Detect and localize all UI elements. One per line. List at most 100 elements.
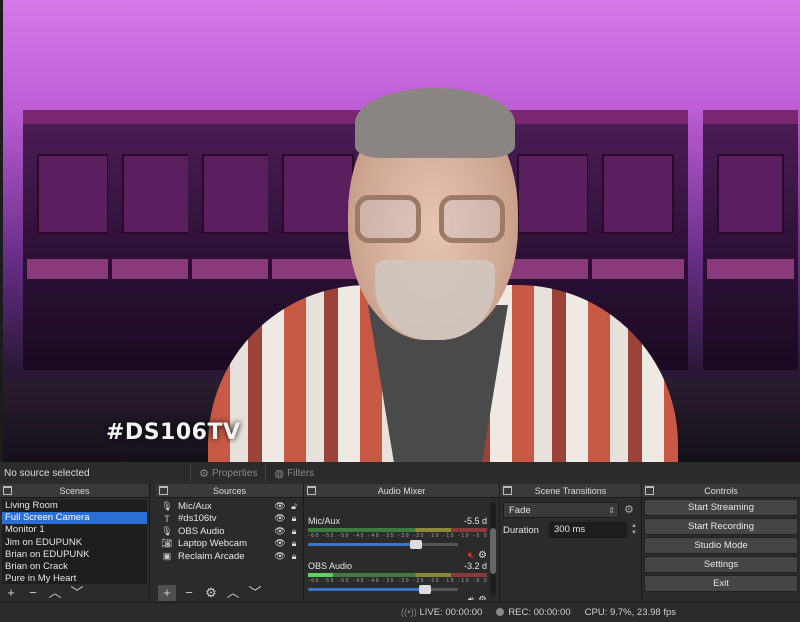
scene-item[interactable]: Brian on Crack: [2, 561, 147, 573]
meter-ticks: -60 -55 -50 -45 -40 -35 -30 -25 -20 -15 …: [308, 578, 489, 584]
scenes-toolbar: + − ︿ ﹀: [0, 584, 149, 602]
float-dock-icon[interactable]: [503, 486, 512, 495]
sources-list[interactable]: 🎙︎ Mic/Aux 👁︎ 🔓︎ T #ds106tv 👁︎ 🔒︎ 🎙︎ OBS…: [158, 500, 301, 584]
float-dock-icon[interactable]: [307, 486, 316, 495]
text-icon: T: [164, 513, 170, 524]
float-dock-icon[interactable]: [159, 486, 168, 495]
scene-item[interactable]: Living Room: [2, 500, 147, 512]
image-icon: ▣: [162, 550, 172, 561]
source-item[interactable]: 🎙︎ Mic/Aux 👁︎ 🔓︎: [158, 500, 301, 513]
broadcast-icon: ((•)): [400, 607, 420, 618]
source-name: Laptop Webcam: [178, 538, 248, 550]
source-status-row: No source selected ⚙ Properties ◍ Filter…: [0, 462, 800, 484]
mixer-channels[interactable]: Mic/Aux -5.5 d -60 -55 -50 -45 -40 -35 -…: [306, 500, 497, 600]
speaker-muted-icon[interactable]: 🔇︎: [468, 550, 474, 561]
start-recording-button[interactable]: Start Recording: [644, 518, 798, 535]
scene-item-selected[interactable]: Full Screen Camera: [2, 512, 147, 525]
volume-meter: [308, 528, 487, 532]
status-bar: ((•)) LIVE: 00:00:00 REC: 00:00:00 CPU: …: [0, 602, 800, 622]
camera-icon: 📷︎: [161, 538, 173, 549]
eye-icon[interactable]: 👁︎: [273, 501, 287, 512]
eye-icon[interactable]: 👁︎: [273, 526, 287, 537]
remove-source-icon[interactable]: −: [180, 585, 198, 601]
gear-icon[interactable]: ⚙: [624, 503, 634, 516]
move-up-icon[interactable]: ︿: [46, 585, 64, 601]
scenes-title: Scenes: [59, 485, 90, 496]
scene-item[interactable]: Jim on EDUPUNK: [2, 537, 147, 549]
cpu-status: CPU: 9.7%, 23.98 fps: [584, 607, 676, 618]
source-item[interactable]: 🎙︎ OBS Audio 👁︎ 🔒︎: [158, 525, 301, 538]
move-down-icon[interactable]: ﹀: [68, 585, 86, 601]
lock-icon[interactable]: 🔒︎: [287, 538, 301, 549]
controls-title: Controls: [704, 485, 738, 496]
lock-icon[interactable]: 🔓︎: [287, 501, 301, 512]
source-name: OBS Audio: [178, 525, 225, 537]
properties-button[interactable]: ⚙ Properties: [190, 464, 265, 482]
lock-icon[interactable]: 🔒︎: [287, 526, 301, 537]
source-item[interactable]: ▣ Reclaim Arcade 👁︎ 🔒︎: [158, 550, 301, 563]
channel-level: -5.5 d: [463, 516, 487, 526]
add-scene-icon[interactable]: +: [2, 585, 20, 601]
gear-icon: ⚙: [199, 467, 209, 480]
scene-transitions-title: Scene Transitions: [534, 485, 607, 496]
scene-item[interactable]: Pure in My Heart: [2, 573, 147, 584]
mixer-channel: Mic/Aux -5.5 d -60 -55 -50 -45 -40 -35 -…: [308, 516, 489, 561]
live-time: LIVE: 00:00:00: [419, 607, 483, 618]
exit-button[interactable]: Exit: [644, 575, 798, 592]
sources-dock-header: Sources: [156, 484, 303, 498]
scene-item[interactable]: Brian on EDUPUNK: [2, 549, 147, 561]
volume-slider-handle[interactable]: [419, 585, 431, 594]
source-item[interactable]: 📷︎ Laptop Webcam 👁︎ 🔒︎: [158, 538, 301, 551]
meter-ticks: -60 -55 -50 -45 -40 -35 -30 -25 -20 -15 …: [308, 533, 489, 539]
volume-slider-handle[interactable]: [410, 540, 422, 549]
scene-transitions-dock-header: Scene Transitions: [500, 484, 641, 498]
volume-slider[interactable]: [308, 585, 458, 594]
source-settings-icon[interactable]: ⚙: [202, 585, 220, 601]
volume-slider[interactable]: [308, 540, 458, 549]
gear-icon[interactable]: ⚙: [478, 595, 487, 600]
start-streaming-button[interactable]: Start Streaming: [644, 499, 798, 516]
spinner-icon[interactable]: ▲ ▼: [631, 523, 637, 537]
remove-scene-icon[interactable]: −: [24, 585, 42, 601]
mic-icon: 🎙︎: [161, 500, 173, 511]
live-status: ((•)) LIVE: 00:00:00: [401, 607, 482, 618]
move-up-icon[interactable]: ︿: [224, 585, 242, 601]
studio-mode-button[interactable]: Studio Mode: [644, 537, 798, 554]
source-name: Reclaim Arcade: [178, 550, 245, 562]
scrollbar-thumb[interactable]: [490, 528, 496, 574]
gear-icon[interactable]: ⚙: [478, 550, 487, 561]
filters-button[interactable]: ◍ Filters: [265, 464, 322, 482]
duration-label: Duration: [503, 524, 539, 536]
sources-title: Sources: [212, 485, 247, 496]
mixer-channel: OBS Audio -3.2 d -60 -55 -50 -45 -40 -35…: [308, 561, 487, 600]
mixer-scrollbar[interactable]: [490, 502, 496, 596]
duration-input[interactable]: 300 ms: [549, 522, 627, 538]
settings-button[interactable]: Settings: [644, 556, 798, 573]
scenes-dock: Scenes Living Room Full Screen Camera Mo…: [0, 484, 150, 602]
preview-watermark: #DS106TV: [106, 420, 241, 445]
lock-icon[interactable]: 🔒︎: [287, 513, 301, 524]
filters-label: Filters: [287, 467, 315, 479]
speaker-icon[interactable]: 🔊︎: [468, 595, 474, 600]
source-item[interactable]: T #ds106tv 👁︎ 🔒︎: [158, 513, 301, 526]
float-dock-icon[interactable]: [645, 486, 654, 495]
eye-icon[interactable]: 👁︎: [273, 551, 287, 562]
move-down-icon[interactable]: ﹀: [246, 585, 264, 601]
person-glasses: [355, 195, 515, 245]
float-dock-icon[interactable]: [3, 486, 12, 495]
properties-label: Properties: [211, 467, 258, 479]
lock-icon[interactable]: 🔒︎: [287, 551, 301, 562]
scenes-dock-header: Scenes: [0, 484, 149, 498]
no-source-label: No source selected: [4, 467, 90, 479]
add-source-icon[interactable]: +: [158, 585, 176, 601]
controls-dock: Controls Start Streaming Start Recording…: [642, 484, 800, 602]
source-name: Mic/Aux: [178, 500, 212, 512]
preview-canvas[interactable]: #DS106TV: [0, 0, 800, 462]
audio-mixer-dock: Audio Mixer Mic/Aux -5.5 d -60 -55 -50 -…: [304, 484, 500, 602]
scene-item[interactable]: Monitor 1: [2, 524, 147, 536]
eye-icon[interactable]: 👁︎: [273, 513, 287, 524]
eye-icon[interactable]: 👁︎: [273, 538, 287, 549]
scenes-list[interactable]: Living Room Full Screen Camera Monitor 1…: [2, 500, 147, 584]
transition-select[interactable]: Fade ⇕: [503, 502, 619, 518]
sources-toolbar: + − ⚙ ︿ ﹀: [156, 584, 303, 602]
